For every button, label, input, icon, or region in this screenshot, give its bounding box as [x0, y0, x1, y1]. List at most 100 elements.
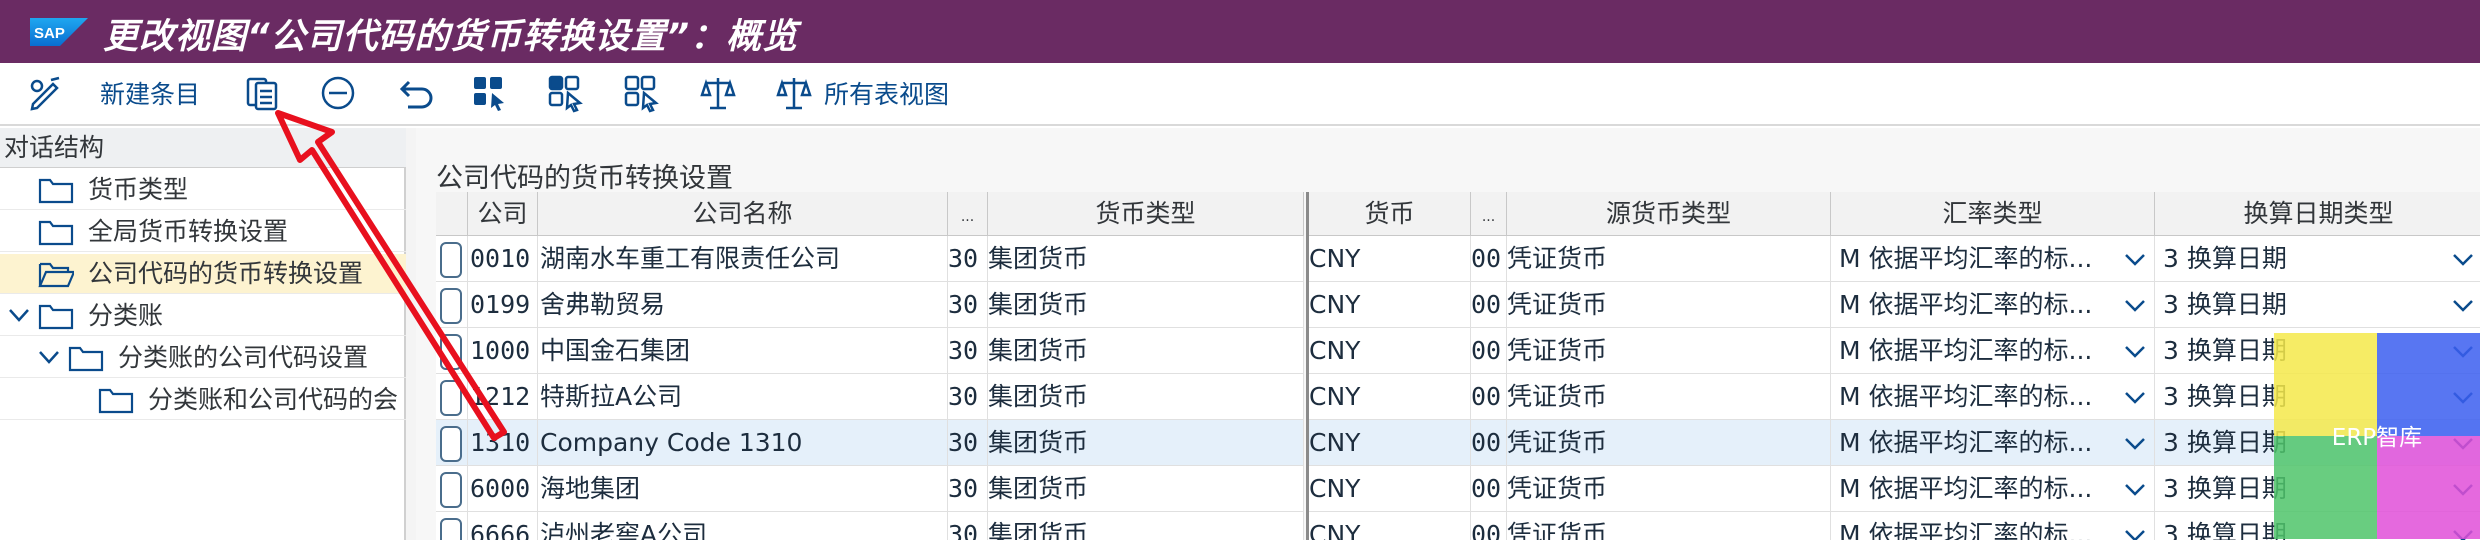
tree-item-ledgers[interactable]: 分类账	[0, 296, 406, 336]
currency-type-name-cell: 集团货币	[988, 328, 1304, 374]
chevron-down-icon[interactable]	[2450, 246, 2476, 272]
column-header-rate-type[interactable]: 汇率类型	[1831, 192, 2155, 236]
source-code-cell[interactable]: 00	[1471, 328, 1507, 374]
currency-cell[interactable]: CNY	[1309, 420, 1471, 466]
chevron-down-icon[interactable]	[2122, 292, 2148, 318]
tree-item-currency-types[interactable]: 货币类型	[0, 170, 406, 210]
chevron-down-icon[interactable]	[2122, 476, 2148, 502]
column-header-source-currency-type[interactable]: 源货币类型	[1507, 192, 1831, 236]
column-header-currency-type[interactable]: 货币类型	[988, 192, 1304, 236]
delete-button[interactable]	[316, 71, 360, 115]
select-all-button[interactable]	[468, 71, 512, 115]
copy-button[interactable]	[240, 71, 284, 115]
currency-cell[interactable]: CNY	[1309, 512, 1471, 540]
rate-type-value: M 依据平均汇率的标...	[1839, 428, 2093, 457]
currency-cell[interactable]: CNY	[1309, 466, 1471, 512]
panel-splitter[interactable]	[406, 128, 416, 540]
deselect-all-button[interactable]	[620, 71, 664, 115]
chevron-down-icon[interactable]	[36, 344, 62, 370]
row-selector[interactable]	[436, 512, 468, 540]
source-code-cell[interactable]: 00	[1471, 512, 1507, 540]
row-selector[interactable]	[436, 282, 468, 328]
row-select-button[interactable]	[440, 518, 462, 540]
select-block-button[interactable]	[544, 71, 588, 115]
row-selector[interactable]	[436, 420, 468, 466]
currency-type-code-cell[interactable]: 30	[948, 236, 988, 282]
translation-date-type-value: 3 换算日期	[2163, 244, 2287, 273]
source-code-cell[interactable]: 00	[1471, 420, 1507, 466]
undo-button[interactable]	[392, 71, 436, 115]
rate-type-dropdown[interactable]: M 依据平均汇率的标...	[1831, 374, 2155, 420]
row-selector[interactable]	[436, 328, 468, 374]
rate-type-dropdown[interactable]: M 依据平均汇率的标...	[1831, 282, 2155, 328]
row-select-button[interactable]	[440, 472, 462, 508]
column-header-company-name[interactable]: 公司名称	[538, 192, 948, 236]
company-code-cell[interactable]: 6000	[468, 466, 538, 512]
source-code-cell[interactable]: 00	[1471, 236, 1507, 282]
chevron-down-icon[interactable]	[2122, 384, 2148, 410]
column-header-translation-date-type[interactable]: 换算日期类型	[2155, 192, 2480, 236]
row-selector[interactable]	[436, 236, 468, 282]
chevron-down-icon[interactable]	[2122, 338, 2148, 364]
translation-date-type-dropdown[interactable]: 3 换算日期	[2155, 282, 2480, 328]
rate-type-dropdown[interactable]: M 依据平均汇率的标...	[1831, 512, 2155, 540]
currency-type-code-cell[interactable]: 30	[948, 420, 988, 466]
currency-cell[interactable]: CNY	[1309, 282, 1471, 328]
currency-cell[interactable]: CNY	[1309, 328, 1471, 374]
source-currency-type-cell: 凭证货币	[1507, 420, 1831, 466]
currency-cell[interactable]: CNY	[1309, 236, 1471, 282]
company-code-cell[interactable]: 0199	[468, 282, 538, 328]
currency-type-code-cell[interactable]: 30	[948, 374, 988, 420]
rate-type-dropdown[interactable]: M 依据平均汇率的标...	[1831, 328, 2155, 374]
tree-item-ledger-company-sub[interactable]: 分类账和公司代码的会	[0, 380, 406, 420]
watermark-text: ERP智库	[2331, 425, 2423, 451]
balance-all-icon	[772, 71, 816, 115]
row-select-button[interactable]	[440, 288, 462, 324]
source-currency-type-cell: 凭证货币	[1507, 374, 1831, 420]
currency-type-name-cell: 集团货币	[988, 374, 1304, 420]
row-select-button[interactable]	[440, 380, 462, 416]
new-entries-button[interactable]: 新建条目	[100, 71, 200, 115]
tree-item-company-code-conversion[interactable]: 公司代码的货币转换设置	[0, 254, 406, 294]
source-currency-type-cell: 凭证货币	[1507, 282, 1831, 328]
company-code-cell[interactable]: 1310	[468, 420, 538, 466]
row-select-button[interactable]	[440, 334, 462, 370]
row-selector[interactable]	[436, 466, 468, 512]
currency-type-code-cell[interactable]: 30	[948, 466, 988, 512]
column-header-currency[interactable]: 货币	[1309, 192, 1471, 236]
column-header-source-code[interactable]: ...	[1471, 192, 1507, 236]
company-code-cell[interactable]: 6666	[468, 512, 538, 540]
source-code-cell[interactable]: 00	[1471, 282, 1507, 328]
chevron-down-icon[interactable]	[2122, 246, 2148, 272]
column-header-currency-type-code[interactable]: ...	[948, 192, 988, 236]
chevron-down-icon[interactable]	[2450, 292, 2476, 318]
row-selector-header[interactable]	[436, 192, 468, 236]
tree-item-global-conversion[interactable]: 全局货币转换设置	[0, 212, 406, 252]
chevron-down-icon[interactable]	[2122, 430, 2148, 456]
rate-type-dropdown[interactable]: M 依据平均汇率的标...	[1831, 236, 2155, 282]
tree-item-ledger-company-settings[interactable]: 分类账的公司代码设置	[0, 338, 406, 378]
currency-type-code-cell[interactable]: 30	[948, 282, 988, 328]
currency-type-code-cell[interactable]: 30	[948, 328, 988, 374]
chevron-down-icon[interactable]	[6, 302, 32, 328]
company-code-cell[interactable]: 1212	[468, 374, 538, 420]
translation-date-type-dropdown[interactable]: 3 换算日期	[2155, 236, 2480, 282]
chevron-down-icon[interactable]	[2122, 522, 2148, 540]
source-code-cell[interactable]: 00	[1471, 374, 1507, 420]
display-change-button[interactable]	[24, 71, 68, 115]
all-tables-view-button[interactable]: 所有表视图	[772, 71, 949, 115]
row-select-button[interactable]	[440, 426, 462, 462]
company-code-cell[interactable]: 1000	[468, 328, 538, 374]
source-code-cell[interactable]: 00	[1471, 466, 1507, 512]
column-header-company[interactable]: 公司	[468, 192, 538, 236]
row-select-button[interactable]	[440, 242, 462, 278]
rate-type-value: M 依据平均汇率的标...	[1839, 382, 2093, 411]
company-code-cell[interactable]: 0010	[468, 236, 538, 282]
currency-type-code-cell[interactable]: 30	[948, 512, 988, 540]
delete-icon	[316, 71, 360, 115]
rate-type-dropdown[interactable]: M 依据平均汇率的标...	[1831, 466, 2155, 512]
currency-cell[interactable]: CNY	[1309, 374, 1471, 420]
balance-button[interactable]	[696, 71, 740, 115]
row-selector[interactable]	[436, 374, 468, 420]
rate-type-dropdown[interactable]: M 依据平均汇率的标...	[1831, 420, 2155, 466]
